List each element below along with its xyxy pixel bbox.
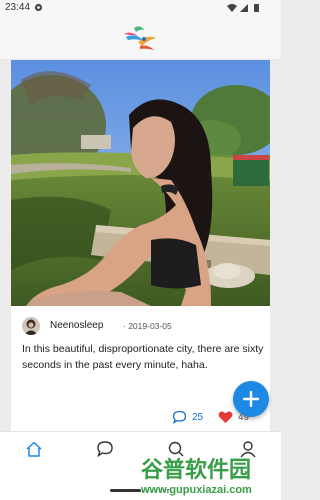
wifi-icon	[227, 4, 237, 12]
signal-icon	[240, 4, 248, 12]
home-icon[interactable]	[25, 440, 43, 458]
comment-count-button[interactable]: 25	[172, 410, 212, 424]
author-name[interactable]: Neenosleep	[50, 320, 103, 331]
new-post-fab[interactable]	[233, 381, 269, 417]
chat-bubble-icon[interactable]	[96, 440, 114, 458]
app-screen: 23:44 Neenosleep · 2019-03-05 In this be…	[0, 0, 281, 500]
post-card[interactable]: Neenosleep · 2019-03-05 In this beautifu…	[11, 60, 270, 431]
app-header	[0, 16, 281, 60]
plus-icon	[243, 391, 259, 407]
bird-logo-icon	[124, 26, 156, 50]
status-time: 23:44	[5, 2, 31, 13]
site-watermark: 谷普软件园 www.gupuxiazai.com	[139, 456, 253, 497]
post-author-row[interactable]: Neenosleep · 2019-03-05	[22, 317, 262, 335]
watermark-url: www.gupuxiazai.com	[140, 484, 252, 496]
post-date-value: 2019-03-05	[128, 321, 172, 331]
post-text[interactable]: In this beautiful, disproportionate city…	[22, 341, 267, 373]
watermark-title: 谷普软件园	[141, 457, 251, 482]
post-feed[interactable]: Neenosleep · 2019-03-05 In this beautifu…	[0, 60, 281, 431]
heart-icon	[218, 411, 233, 423]
notification-icon	[34, 3, 43, 12]
system-status-icons	[227, 4, 259, 12]
post-date: · 2019-03-05	[123, 321, 172, 331]
status-bar: 23:44	[0, 0, 281, 16]
avatar[interactable]	[22, 317, 40, 335]
comment-count: 25	[192, 412, 204, 423]
battery-icon	[254, 4, 259, 12]
post-photo[interactable]	[11, 60, 270, 306]
comment-icon	[172, 410, 187, 424]
